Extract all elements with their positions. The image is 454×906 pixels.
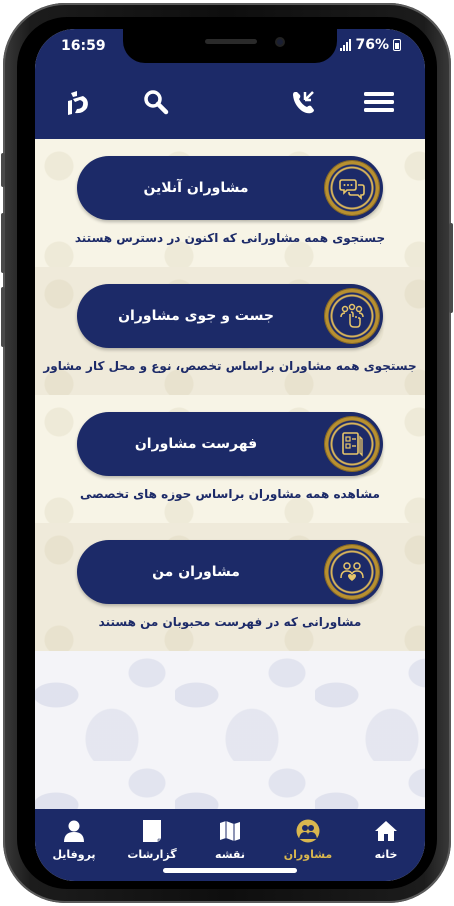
nav-item-consultants[interactable]: مشاوران <box>269 809 347 865</box>
signal-icon <box>340 39 352 51</box>
front-camera <box>275 37 285 47</box>
reports-icon <box>143 820 161 842</box>
menu-label: جست و جوی مشاوران <box>118 308 274 324</box>
menu-description: جستجوی همه مشاوران براساس تخصص، نوع و مح… <box>43 359 417 373</box>
nav-label: گزارشات <box>127 848 177 861</box>
app-header <box>35 63 425 139</box>
app-logo-icon[interactable] <box>63 87 93 117</box>
menu-description: مشاهده همه مشاوران براساس حوزه های تخصصی <box>80 487 380 501</box>
volume-down-button <box>1 287 5 347</box>
phone-frame: 16:59 76% مشاوران آنلاین جستجوی همه مشاو… <box>1 3 453 903</box>
search-icon[interactable] <box>141 87 171 117</box>
online-consultants-button[interactable]: مشاوران آنلاین <box>77 156 383 220</box>
hamburger-menu-icon[interactable] <box>363 87 394 117</box>
home-icon <box>375 821 397 841</box>
menu-section-mine: مشاوران من مشاورانی که در فهرست محبوبان … <box>35 523 425 651</box>
menu-section-search: جست و جوی مشاوران جستجوی همه مشاوران برا… <box>35 267 425 395</box>
nav-item-reports[interactable]: گزارشات <box>113 809 191 865</box>
nav-label: مشاوران <box>283 848 333 861</box>
mute-switch <box>1 153 5 187</box>
menu-label: مشاوران آنلاین <box>143 180 249 196</box>
home-indicator[interactable] <box>163 868 297 873</box>
content: مشاوران آنلاین جستجوی همه مشاورانی که اک… <box>35 139 425 809</box>
map-icon <box>220 821 240 841</box>
background-pattern-area <box>35 651 425 809</box>
nav-item-profile[interactable]: پروفایل <box>35 809 113 865</box>
nav-label: نقشه <box>215 848 245 861</box>
power-button <box>449 223 453 313</box>
consultant-search-icon <box>325 289 379 343</box>
nav-label: خانه <box>374 848 398 861</box>
menu-description: جستجوی همه مشاورانی که اکنون در دسترس هس… <box>74 231 386 245</box>
document-list-icon <box>325 417 379 471</box>
status-right: 76% <box>340 37 401 53</box>
nav-label: پروفایل <box>52 848 96 861</box>
status-time: 16:59 <box>61 38 106 54</box>
battery-icon <box>393 39 401 51</box>
notch <box>123 29 337 63</box>
nav-item-home[interactable]: خانه <box>347 809 425 865</box>
battery-percent: 76% <box>355 37 389 53</box>
profile-icon <box>64 820 84 842</box>
bottom-navigation: خانه مشاوران نقشه گزارشات پروفایل <box>35 809 425 881</box>
menu-label: مشاوران من <box>152 564 240 580</box>
menu-section-list: فهرست مشاوران مشاهده همه مشاوران براساس … <box>35 395 425 523</box>
my-consultants-icon <box>325 545 379 599</box>
search-consultants-button[interactable]: جست و جوی مشاوران <box>77 284 383 348</box>
menu-description: مشاورانی که در فهرست محبوبان من هستند <box>98 615 362 629</box>
consultants-icon <box>296 819 320 843</box>
volume-up-button <box>1 213 5 273</box>
menu-label: فهرست مشاوران <box>134 436 258 452</box>
screen: 16:59 76% مشاوران آنلاین جستجوی همه مشاو… <box>35 29 425 881</box>
menu-section-online: مشاوران آنلاین جستجوی همه مشاورانی که اک… <box>35 139 425 267</box>
status-bar: 16:59 76% <box>35 29 425 63</box>
my-consultants-button[interactable]: مشاوران من <box>77 540 383 604</box>
phone-call-icon[interactable] <box>289 87 319 117</box>
chat-bubbles-icon <box>325 161 379 215</box>
nav-item-map[interactable]: نقشه <box>191 809 269 865</box>
consultants-list-button[interactable]: فهرست مشاوران <box>77 412 383 476</box>
speaker <box>205 39 257 44</box>
